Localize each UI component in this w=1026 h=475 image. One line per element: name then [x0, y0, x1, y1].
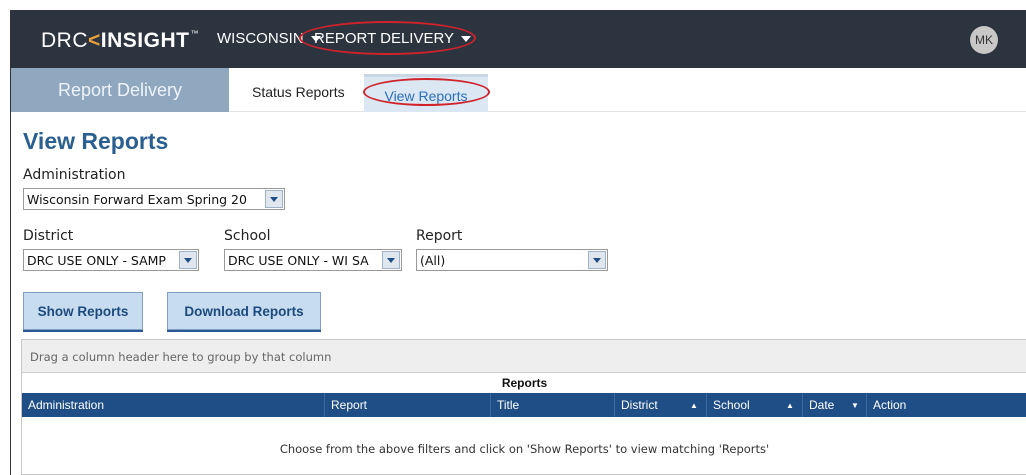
grid-empty-message: Choose from the above filters and click …	[279, 442, 770, 456]
drc-insight-logo[interactable]: DRC<INSIGHT™	[41, 29, 199, 53]
group-by-panel[interactable]: Drag a column header here to group by th…	[22, 340, 1026, 373]
column-header-district[interactable]: District ▲	[614, 393, 706, 417]
sort-ascending-icon: ▲	[690, 401, 698, 410]
administration-value: Wisconsin Forward Exam Spring 20	[27, 192, 247, 207]
dropdown-arrow-icon	[179, 251, 197, 269]
grid-header-row: Administration Report Title District ▲ S…	[22, 393, 1026, 417]
column-header-action[interactable]: Action	[866, 393, 1026, 417]
administration-select[interactable]: Wisconsin Forward Exam Spring 20	[23, 188, 285, 210]
dropdown-arrow-icon	[265, 190, 283, 208]
show-reports-button[interactable]: Show Reports	[23, 292, 143, 330]
column-header-date[interactable]: Date ▼	[802, 393, 866, 417]
page-title: View Reports	[23, 128, 169, 154]
school-label: School	[224, 228, 271, 244]
highlight-circle	[363, 78, 490, 106]
highlight-circle	[299, 21, 476, 55]
section-title: Report Delivery	[11, 68, 229, 112]
app-window: DRC<INSIGHT™ WISCONSIN REPORT DELIVERY M…	[10, 10, 1026, 475]
grid-caption: Reports	[501, 376, 548, 390]
user-avatar[interactable]: MK	[970, 26, 998, 54]
school-select[interactable]: DRC USE ONLY - WI SA	[224, 249, 402, 271]
district-value: DRC USE ONLY - SAMP	[27, 253, 166, 268]
report-value: (All)	[420, 253, 446, 268]
column-header-administration[interactable]: Administration	[22, 393, 324, 417]
school-value: DRC USE ONLY - WI SA	[228, 253, 369, 268]
district-label: District	[23, 228, 74, 244]
reports-grid: Drag a column header here to group by th…	[21, 339, 1026, 475]
sort-ascending-icon: ▲	[786, 401, 794, 410]
dropdown-arrow-icon	[588, 251, 606, 269]
download-reports-button[interactable]: Download Reports	[167, 292, 321, 330]
column-header-school[interactable]: School ▲	[706, 393, 802, 417]
sub-nav-tabs: Status Reports View Reports	[229, 68, 1026, 112]
column-header-title[interactable]: Title	[490, 393, 614, 417]
top-nav-bar: DRC<INSIGHT™ WISCONSIN REPORT DELIVERY M…	[11, 10, 1026, 68]
administration-label: Administration	[23, 167, 126, 183]
sub-nav: Report Delivery Status Reports View Repo…	[11, 68, 1026, 112]
report-select[interactable]: (All)	[416, 249, 608, 271]
district-select[interactable]: DRC USE ONLY - SAMP	[23, 249, 199, 271]
sort-descending-icon: ▼	[851, 401, 859, 410]
tab-status-reports[interactable]: Status Reports	[252, 84, 345, 100]
dropdown-arrow-icon	[382, 251, 400, 269]
column-header-report[interactable]: Report	[324, 393, 490, 417]
report-label: Report	[416, 228, 463, 244]
state-menu-label: WISCONSIN	[217, 30, 304, 47]
